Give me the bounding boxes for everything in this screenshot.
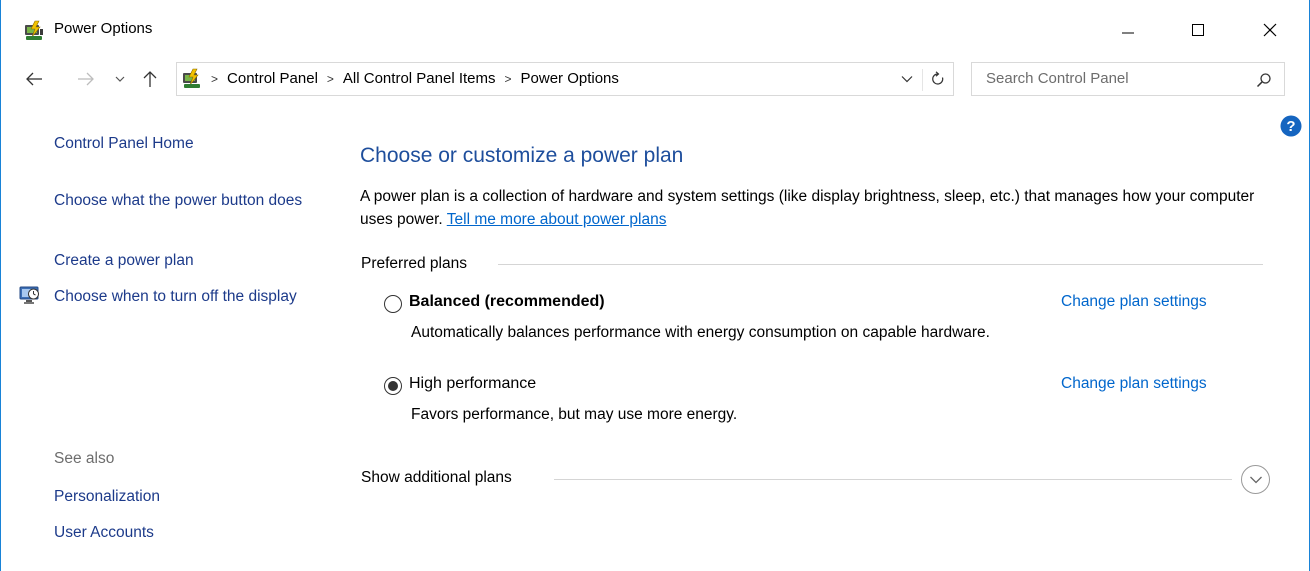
- address-divider: [922, 69, 923, 91]
- search-icon[interactable]: [1256, 72, 1272, 88]
- sidebar-item-power-button[interactable]: Choose what the power button does: [54, 189, 324, 212]
- plan-high-performance-radio[interactable]: [384, 377, 402, 395]
- radio-selected-dot: [388, 381, 398, 391]
- address-bar[interactable]: > Control Panel > All Control Panel Item…: [176, 62, 954, 96]
- window-title: Power Options: [54, 20, 153, 37]
- refresh-button[interactable]: [929, 70, 947, 88]
- arrow-right-icon: [78, 72, 94, 86]
- sidebar-item-create-plan[interactable]: Create a power plan: [54, 249, 194, 272]
- control-panel-icon: [180, 67, 204, 91]
- arrow-left-icon: [26, 72, 42, 86]
- chevron-right-icon[interactable]: >: [327, 72, 334, 86]
- chevron-down-icon: [901, 76, 913, 83]
- see-also-label: See also: [54, 450, 115, 467]
- plan-balanced-radio[interactable]: [384, 295, 402, 313]
- minimize-icon: [1122, 32, 1134, 34]
- breadcrumb-all-items[interactable]: All Control Panel Items: [343, 70, 496, 87]
- title-bar: Power Options: [1, 0, 1309, 60]
- sidebar-item-personalization[interactable]: Personalization: [54, 485, 160, 508]
- power-plans-help-link[interactable]: Tell me more about power plans: [447, 211, 667, 228]
- back-button[interactable]: [23, 66, 45, 92]
- chevron-down-icon: [1249, 476, 1262, 483]
- search-input[interactable]: Search Control Panel: [986, 70, 1129, 87]
- plan-balanced-change-settings-link[interactable]: Change plan settings: [1061, 293, 1207, 311]
- breadcrumb-power-options[interactable]: Power Options: [521, 70, 619, 87]
- maximize-icon: [1192, 24, 1204, 36]
- refresh-icon: [932, 71, 944, 85]
- breadcrumb-control-panel[interactable]: Control Panel: [227, 70, 318, 87]
- search-box[interactable]: Search Control Panel: [971, 62, 1285, 96]
- plan-high-performance-description: Favors performance, but may use more ene…: [411, 406, 738, 423]
- additional-plans-divider: [554, 479, 1232, 480]
- help-icon[interactable]: ?: [1280, 115, 1302, 137]
- show-additional-plans-button[interactable]: [1241, 465, 1270, 494]
- plan-high-performance-name[interactable]: High performance: [409, 375, 536, 393]
- plan-high-performance-change-settings-link[interactable]: Change plan settings: [1061, 375, 1207, 393]
- preferred-plans-label: Preferred plans: [361, 255, 475, 273]
- page-description: A power plan is a collection of hardware…: [360, 185, 1280, 231]
- chevron-right-icon[interactable]: >: [211, 72, 218, 86]
- preferred-plans-divider: [498, 264, 1263, 265]
- chevron-down-icon: [115, 76, 125, 82]
- show-additional-plans-label[interactable]: Show additional plans: [361, 469, 520, 487]
- close-button[interactable]: [1247, 8, 1293, 52]
- sidebar-item-control-panel-home[interactable]: Control Panel Home: [54, 132, 194, 155]
- sidebar-item-display-off[interactable]: Choose when to turn off the display: [54, 285, 324, 308]
- close-icon: [1263, 23, 1277, 37]
- svg-text:?: ?: [1286, 118, 1295, 135]
- sidebar-item-user-accounts[interactable]: User Accounts: [54, 521, 154, 544]
- recent-locations-button[interactable]: [112, 66, 128, 92]
- address-history-dropdown[interactable]: [899, 71, 915, 87]
- minimize-button[interactable]: [1105, 8, 1151, 52]
- maximize-button[interactable]: [1175, 8, 1221, 52]
- plan-balanced-description: Automatically balances performance with …: [411, 324, 990, 341]
- navigation-bar: > Control Panel > All Control Panel Item…: [1, 62, 1309, 96]
- power-options-window: Power Options > Control Panel > All Cont…: [0, 0, 1310, 571]
- breadcrumb: > Control Panel > All Control Panel Item…: [211, 70, 619, 87]
- power-options-icon: [22, 19, 46, 43]
- up-button[interactable]: [140, 66, 160, 92]
- chevron-right-icon[interactable]: >: [505, 72, 512, 86]
- page-title: Choose or customize a power plan: [360, 144, 684, 167]
- forward-button[interactable]: [75, 66, 97, 92]
- arrow-up-icon: [143, 71, 157, 87]
- plan-balanced-name[interactable]: Balanced (recommended): [409, 293, 605, 311]
- display-power-icon: [19, 284, 41, 306]
